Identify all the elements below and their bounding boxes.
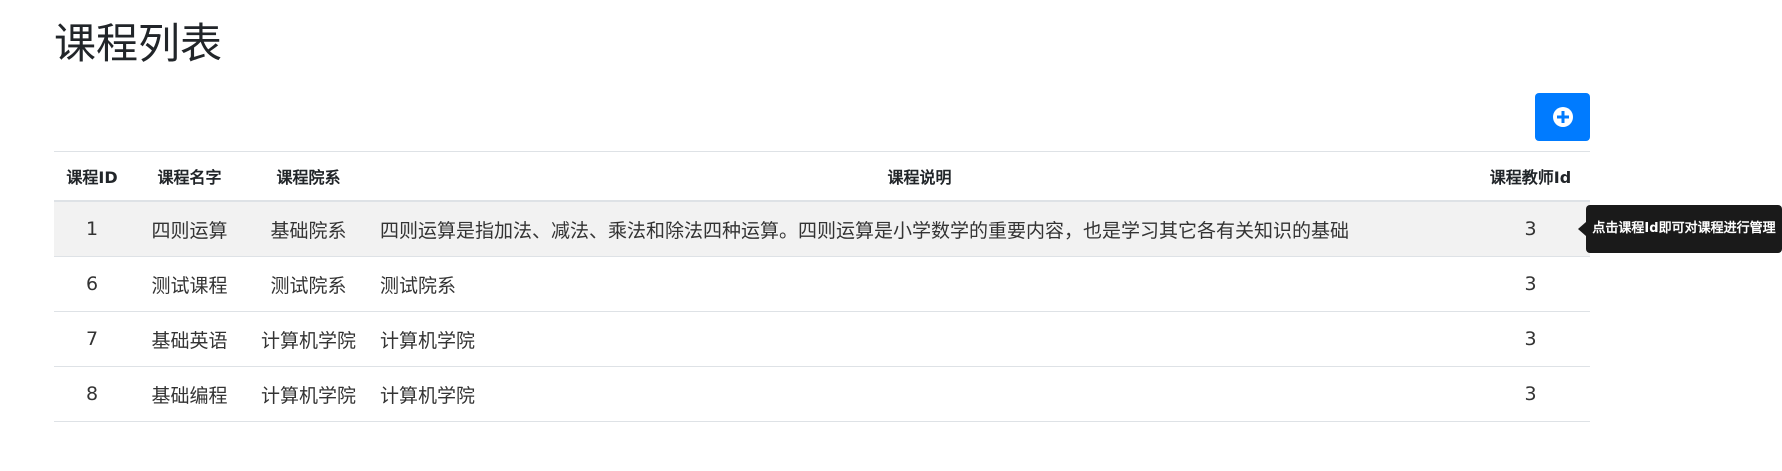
course-description-cell: 计算机学院 bbox=[368, 366, 1471, 422]
course-name-cell: 基础英语 bbox=[130, 311, 249, 367]
course-description-cell: 四则运算是指加法、减法、乘法和除法四种运算。四则运算是小学数学的重要内容，也是学… bbox=[368, 201, 1471, 257]
column-header-id: 课程ID bbox=[54, 151, 130, 202]
table-row[interactable]: 7 基础英语 计算机学院 计算机学院 3 bbox=[54, 311, 1590, 367]
column-header-name: 课程名字 bbox=[130, 151, 249, 202]
page-title: 课程列表 bbox=[54, 19, 223, 68]
course-id-cell[interactable]: 7 bbox=[54, 311, 130, 367]
course-teacher-id-cell: 3 bbox=[1471, 256, 1590, 312]
plus-circle-icon bbox=[1552, 106, 1574, 128]
column-header-teacher-id: 课程教师Id bbox=[1471, 151, 1590, 202]
tooltip-text: 点击课程Id即可对课程进行管理 bbox=[1592, 221, 1776, 236]
column-header-description: 课程说明 bbox=[368, 151, 1471, 202]
course-name-cell: 测试课程 bbox=[130, 256, 249, 312]
course-name-cell: 基础编程 bbox=[130, 366, 249, 422]
course-teacher-id-cell: 3 bbox=[1471, 311, 1590, 367]
table-row[interactable]: 8 基础编程 计算机学院 计算机学院 3 bbox=[54, 366, 1590, 422]
course-id-cell[interactable]: 8 bbox=[54, 366, 130, 422]
tooltip: 点击课程Id即可对课程进行管理 bbox=[1586, 205, 1782, 253]
course-department-cell: 计算机学院 bbox=[249, 366, 368, 422]
course-description-cell: 测试院系 bbox=[368, 256, 1471, 312]
course-teacher-id-cell: 3 bbox=[1471, 201, 1590, 257]
table-row[interactable]: 1 四则运算 基础院系 四则运算是指加法、减法、乘法和除法四种运算。四则运算是小… bbox=[54, 201, 1590, 257]
course-id-cell[interactable]: 1 bbox=[54, 201, 130, 257]
course-name-cell: 四则运算 bbox=[130, 201, 249, 257]
add-course-button[interactable] bbox=[1535, 93, 1590, 141]
table-row[interactable]: 6 测试课程 测试院系 测试院系 3 bbox=[54, 256, 1590, 312]
course-teacher-id-cell: 3 bbox=[1471, 366, 1590, 422]
course-id-cell[interactable]: 6 bbox=[54, 256, 130, 312]
tooltip-arrow bbox=[1578, 222, 1586, 236]
course-department-cell: 测试院系 bbox=[249, 256, 368, 312]
course-description-cell: 计算机学院 bbox=[368, 311, 1471, 367]
column-header-department: 课程院系 bbox=[249, 151, 368, 202]
course-table: 课程ID 课程名字 课程院系 课程说明 课程教师Id 1 四则运算 基础院系 四… bbox=[54, 151, 1590, 422]
course-department-cell: 计算机学院 bbox=[249, 311, 368, 367]
course-list-page: 课程列表 课程ID 课程名字 课程院系 课程说明 课程教师Id 1 四则运算 基… bbox=[0, 0, 1782, 471]
course-department-cell: 基础院系 bbox=[249, 201, 368, 257]
table-header-row: 课程ID 课程名字 课程院系 课程说明 课程教师Id bbox=[54, 151, 1590, 202]
